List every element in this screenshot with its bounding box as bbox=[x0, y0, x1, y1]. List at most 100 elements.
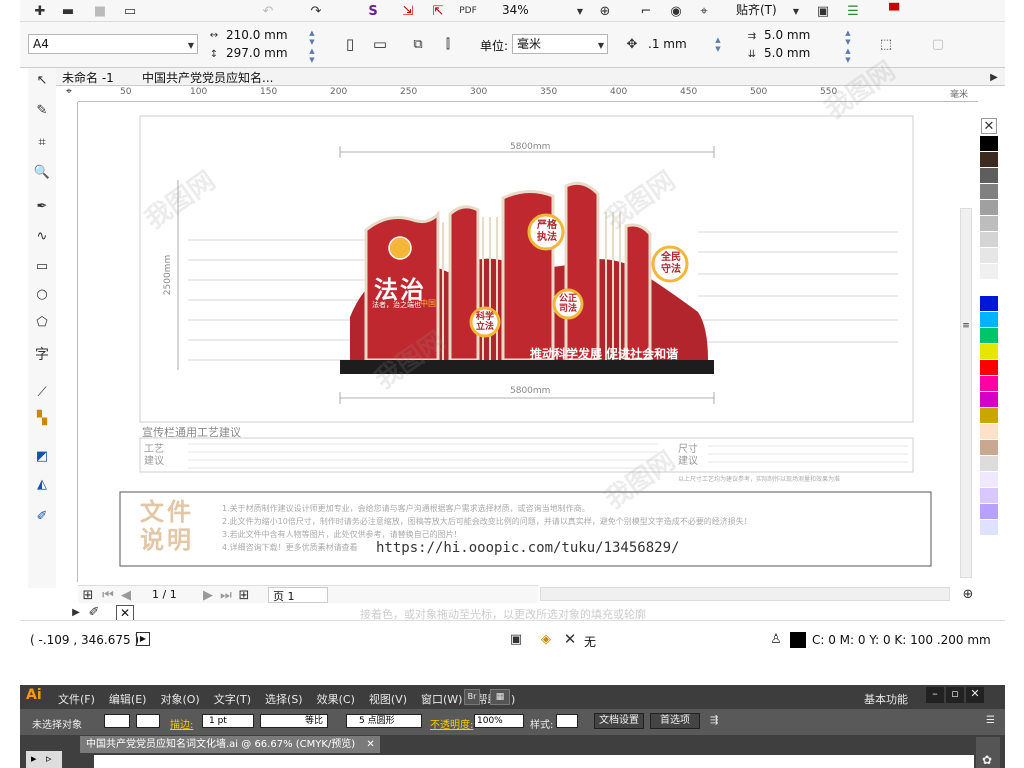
color-swatch[interactable] bbox=[980, 392, 998, 408]
landscape-icon[interactable]: ▭ bbox=[372, 35, 388, 53]
ruler-origin-icon[interactable]: ⌖ bbox=[60, 86, 78, 102]
nudge-distance-field[interactable]: .1 mm bbox=[648, 37, 687, 51]
graphic-style-swatch[interactable] bbox=[556, 714, 578, 728]
color-swatch[interactable] bbox=[980, 200, 998, 216]
add-page-after-icon[interactable]: ⊞ bbox=[236, 587, 252, 603]
menu-object[interactable]: 对象(O) bbox=[160, 691, 199, 707]
page-size-select[interactable]: A4 bbox=[28, 34, 198, 54]
menu-edit[interactable]: 编辑(E) bbox=[109, 691, 147, 707]
page-tab-1[interactable]: 页 1 bbox=[268, 587, 328, 603]
prev-page-icon[interactable]: ◀ bbox=[118, 587, 134, 603]
outline-color-swatch[interactable] bbox=[790, 632, 806, 648]
no-fill-swatch[interactable]: ✕ bbox=[116, 605, 134, 621]
options-icon[interactable]: ▣ bbox=[815, 3, 831, 19]
connector-tool-icon[interactable]: ▚ bbox=[34, 410, 50, 426]
bridge-icon[interactable]: Br bbox=[464, 689, 480, 705]
color-swatch[interactable] bbox=[980, 504, 998, 520]
maximize-button[interactable]: ▫ bbox=[946, 687, 964, 703]
corel-connect-icon[interactable]: S bbox=[365, 3, 381, 19]
color-panel-icon[interactable]: ✿ bbox=[982, 753, 992, 767]
notes-url[interactable]: https://hi.ooopic.com/tuku/13456829/ bbox=[376, 540, 679, 556]
drop-shadow-icon[interactable]: ◩ bbox=[34, 448, 50, 464]
page-options-icon[interactable]: ▢ bbox=[930, 36, 946, 52]
zoom-select[interactable]: 34% bbox=[498, 1, 586, 20]
panel-menu-icon[interactable]: ☰ bbox=[986, 715, 995, 726]
color-swatch[interactable] bbox=[980, 456, 998, 472]
color-swatch[interactable] bbox=[980, 520, 998, 536]
snap-dropdown[interactable]: 贴齐(T) bbox=[732, 1, 802, 20]
color-swatch[interactable] bbox=[980, 248, 998, 264]
height-spinner[interactable]: ▲ ▼ bbox=[306, 47, 318, 65]
zoom-tool-icon[interactable]: 🔍 bbox=[34, 164, 50, 180]
menu-view[interactable]: 视图(V) bbox=[369, 691, 407, 707]
next-page-icon[interactable]: ▶ bbox=[200, 587, 216, 603]
ellipse-tool-icon[interactable]: ○ bbox=[34, 286, 50, 302]
ai-document-tab[interactable]: 中国共产党党员应知名词文化墙.ai @ 66.67% (CMYK/预览) ✕ bbox=[80, 736, 380, 753]
minimize-button[interactable]: – bbox=[926, 687, 944, 703]
freehand-tool-icon[interactable]: ✒ bbox=[34, 198, 50, 214]
horizontal-scrollbar[interactable] bbox=[540, 587, 950, 601]
workspace-switcher[interactable]: 基本功能 bbox=[864, 691, 908, 707]
document-setup-button[interactable]: 文档设置 bbox=[594, 713, 644, 729]
current-page-icon[interactable]: ⫿ bbox=[440, 36, 456, 52]
add-page-before-icon[interactable]: ⊞ bbox=[80, 587, 96, 603]
menu-effect[interactable]: 效果(C) bbox=[317, 691, 355, 707]
artistic-media-icon[interactable]: ∿ bbox=[34, 228, 50, 244]
color-swatch[interactable] bbox=[980, 232, 998, 248]
close-tab-icon[interactable]: ✕ bbox=[366, 739, 374, 750]
dup-y-spinner[interactable]: ▲ ▼ bbox=[842, 47, 854, 65]
portrait-icon[interactable]: ▯ bbox=[342, 35, 358, 53]
stroke-label[interactable]: 描边: bbox=[170, 716, 193, 731]
direct-selection-icon[interactable]: ▹ bbox=[46, 752, 52, 765]
application-launcher-icon[interactable]: ☰ bbox=[845, 3, 861, 19]
menu-window[interactable]: 窗口(W) bbox=[421, 691, 462, 707]
stroke-weight-field[interactable]: 1 pt bbox=[202, 714, 254, 728]
all-pages-icon[interactable]: ⧉ bbox=[410, 36, 426, 52]
navigator-icon[interactable]: ⊕ bbox=[960, 586, 976, 602]
preferences-button[interactable]: 首选项 bbox=[650, 713, 700, 729]
menu-select[interactable]: 选择(S) bbox=[265, 691, 303, 707]
full-screen-icon[interactable]: ⊕ bbox=[597, 3, 613, 19]
redo-icon[interactable]: ↷ bbox=[308, 3, 324, 19]
view-icon[interactable]: ◉ bbox=[668, 3, 684, 19]
last-page-icon[interactable]: ⏭ bbox=[218, 587, 234, 603]
print-icon[interactable]: ▭ bbox=[122, 3, 138, 19]
color-swatch[interactable] bbox=[980, 344, 998, 360]
close-button[interactable]: ✕ bbox=[966, 687, 984, 703]
color-swatch[interactable] bbox=[980, 168, 998, 184]
no-color-swatch[interactable]: ✕ bbox=[981, 118, 997, 134]
color-swatch[interactable] bbox=[980, 296, 998, 312]
undo-icon[interactable]: ↶ bbox=[260, 3, 276, 19]
stroke-color-swatch[interactable] bbox=[136, 714, 160, 728]
first-page-icon[interactable]: ⏮ bbox=[100, 587, 116, 603]
color-swatch[interactable] bbox=[980, 488, 998, 504]
color-swatch[interactable] bbox=[980, 472, 998, 488]
stroke-profile-select[interactable]: 等比 bbox=[260, 714, 328, 728]
tab-untitled[interactable]: 未命名 -1 bbox=[62, 69, 132, 85]
scroll-thumb-icon[interactable]: ≡ bbox=[958, 318, 974, 334]
color-swatch[interactable] bbox=[980, 184, 998, 200]
drawing-canvas[interactable]: 5800mm 5800mm 2500mm 法治 中国 法者，治之端也 严格执法 … bbox=[78, 102, 973, 584]
import-icon[interactable]: ⇲ bbox=[400, 3, 416, 19]
save-icon[interactable]: ■ bbox=[92, 3, 108, 19]
color-swatch[interactable] bbox=[980, 312, 998, 328]
rulers-icon[interactable]: ⌐ bbox=[638, 3, 654, 19]
width-spinner[interactable]: ▲ ▼ bbox=[306, 29, 318, 47]
arrange-docs-icon[interactable]: ▦ bbox=[490, 689, 510, 705]
polygon-tool-icon[interactable]: ⬠ bbox=[34, 314, 50, 330]
status-arrow-icon[interactable]: ▶ bbox=[136, 632, 150, 646]
pick-tool-icon[interactable]: ↖ bbox=[34, 72, 50, 88]
shape-tool-icon[interactable]: ✎ bbox=[34, 102, 50, 118]
color-swatch[interactable] bbox=[980, 440, 998, 456]
page-width-field[interactable]: 210.0 mm bbox=[226, 28, 288, 42]
fill-color-swatch[interactable] bbox=[104, 714, 130, 728]
menu-file[interactable]: 文件(F) bbox=[58, 691, 95, 707]
transparency-icon[interactable]: ◭ bbox=[34, 476, 50, 492]
export-icon[interactable]: ⇱ bbox=[430, 3, 446, 19]
align-icon[interactable]: ⇶ bbox=[710, 715, 718, 726]
dimension-tool-icon[interactable]: ⟋ bbox=[34, 384, 50, 400]
dup-x-spinner[interactable]: ▲ ▼ bbox=[842, 29, 854, 47]
color-swatch[interactable] bbox=[980, 264, 998, 280]
publish-pdf-icon[interactable]: PDF bbox=[459, 3, 477, 19]
color-swatch[interactable] bbox=[980, 136, 998, 152]
